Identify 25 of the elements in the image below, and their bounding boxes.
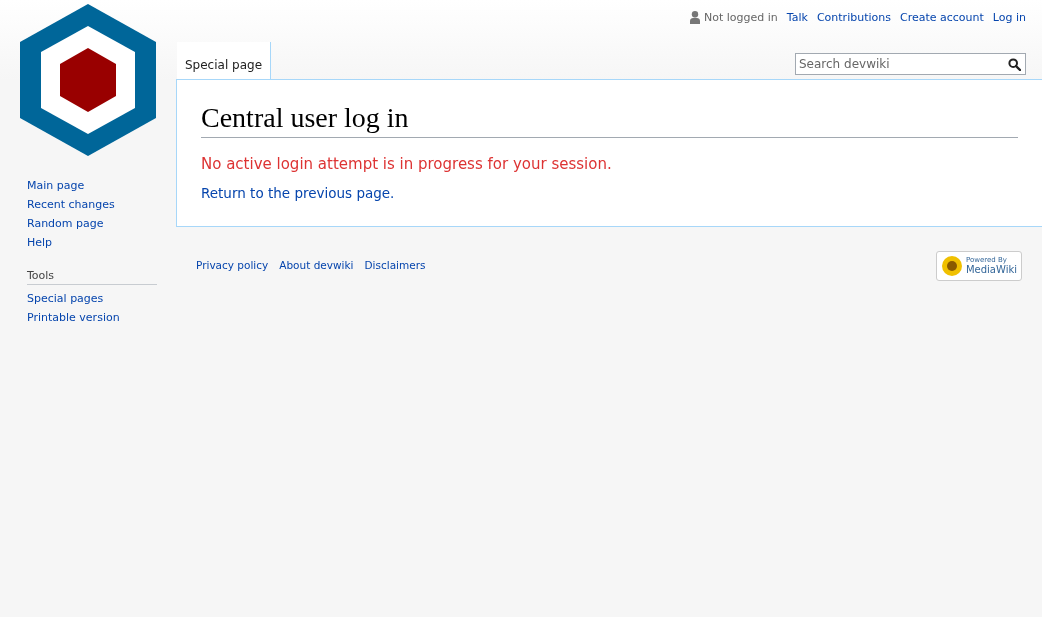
- personal-link[interactable]: Log in: [992, 10, 1026, 24]
- sidebar-link[interactable]: Recent changes: [27, 197, 115, 212]
- footer-link[interactable]: Privacy policy: [196, 259, 269, 271]
- return-link[interactable]: Return to the previous page.: [201, 185, 395, 201]
- hexagon-logo[interactable]: [20, 4, 156, 156]
- login-status: Not logged in: [704, 10, 778, 24]
- sidebar-link[interactable]: Main page: [27, 178, 85, 193]
- user-icon: [690, 10, 701, 24]
- search-field[interactable]: Search devwiki: [795, 53, 1026, 75]
- sidebar-link[interactable]: Printable version: [27, 310, 120, 325]
- personal-link[interactable]: Contributions: [816, 10, 891, 24]
- error-message: No active login attempt is in progress for your session.: [201, 155, 612, 173]
- sidebar-link[interactable]: Special pages: [27, 291, 104, 306]
- personal-link[interactable]: Talk: [786, 10, 808, 24]
- search-icon[interactable]: [1008, 58, 1021, 71]
- page-tab[interactable]: Special page: [177, 42, 272, 79]
- footer-link[interactable]: About devwiki: [279, 259, 354, 271]
- page-title: Central user log in: [201, 100, 1018, 138]
- badge-text: MediaWiki: [965, 264, 1017, 276]
- sidebar-link[interactable]: Help: [27, 235, 53, 250]
- footer-link[interactable]: Disclaimers: [364, 259, 426, 271]
- sidebar-link[interactable]: Random page: [27, 216, 104, 231]
- tools-heading: Tools: [27, 269, 157, 285]
- sunflower-icon: [940, 255, 963, 277]
- personal-link[interactable]: Create account: [899, 10, 984, 24]
